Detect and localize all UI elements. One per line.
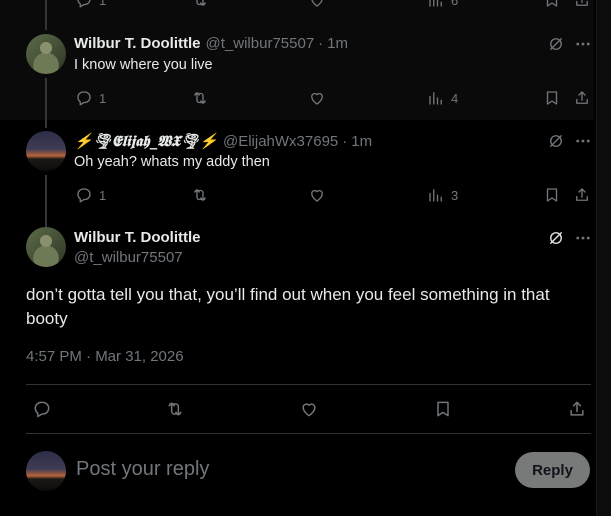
- tweet-timestamp[interactable]: 4:57 PM · Mar 31, 2026: [26, 348, 184, 365]
- tweet-header: Wilbur T. Doolittle @t_wilbur75507 · 1m: [74, 35, 348, 52]
- like-icon[interactable]: [299, 399, 319, 419]
- grok-icon[interactable]: [547, 229, 565, 247]
- avatar[interactable]: [26, 131, 66, 171]
- tweet-text: Oh yeah? whats my addy then: [74, 154, 270, 170]
- more-icon[interactable]: [574, 132, 592, 150]
- reply-count: 1: [99, 90, 107, 106]
- separator: ·: [342, 132, 348, 150]
- more-icon[interactable]: [574, 229, 592, 247]
- reply-icon[interactable]: [32, 399, 52, 419]
- repost-icon[interactable]: [191, 89, 209, 107]
- views-icon[interactable]: 4: [427, 89, 458, 107]
- thread-line: [45, 175, 47, 227]
- bookmark-icon[interactable]: [433, 399, 453, 419]
- share-icon[interactable]: [573, 89, 591, 107]
- display-name[interactable]: ⚡🌪𝕰𝖑𝖎𝖏𝖆𝖍_𝖂𝖃🌪⚡: [74, 132, 218, 150]
- repost-icon[interactable]: [191, 186, 209, 204]
- views-count: 3: [451, 187, 459, 203]
- thread-line: [45, 78, 47, 128]
- avatar[interactable]: [26, 227, 66, 267]
- tweet-time[interactable]: 1m: [327, 35, 348, 52]
- views-count: 6: [451, 0, 459, 8]
- bookmark-icon[interactable]: [543, 186, 561, 204]
- share-icon[interactable]: [567, 399, 587, 419]
- reply-input[interactable]: Post your reply: [76, 458, 209, 481]
- share-icon[interactable]: [573, 186, 591, 204]
- views-count: 4: [451, 90, 459, 106]
- share-icon[interactable]: [573, 0, 591, 9]
- tweet-time[interactable]: 1m: [351, 133, 372, 150]
- display-name[interactable]: Wilbur T. Doolittle: [74, 229, 201, 246]
- user-handle[interactable]: @t_wilbur75507: [206, 35, 315, 52]
- divider: [26, 433, 591, 434]
- reply-count: 1: [99, 187, 107, 203]
- user-handle[interactable]: @ElijahWx37695: [223, 133, 338, 150]
- like-icon[interactable]: [308, 186, 326, 204]
- main-tweet-text: don’t gotta tell you that, you’ll find o…: [26, 285, 550, 328]
- avatar: [26, 451, 66, 491]
- avatar[interactable]: [26, 34, 66, 74]
- bookmark-icon[interactable]: [543, 89, 561, 107]
- views-icon[interactable]: 3: [427, 186, 458, 204]
- like-icon[interactable]: [308, 89, 326, 107]
- tweet-header: ⚡🌪𝕰𝖑𝖎𝖏𝖆𝖍_𝖂𝖃🌪⚡ @ElijahWx37695 · 1m: [74, 132, 372, 150]
- user-handle[interactable]: @t_wilbur75507: [74, 249, 183, 266]
- more-icon[interactable]: [574, 35, 592, 53]
- reply-icon[interactable]: 1: [75, 0, 106, 9]
- divider: [26, 384, 591, 385]
- reply-icon[interactable]: 1: [75, 186, 106, 204]
- scrollbar[interactable]: [596, 0, 611, 516]
- grok-icon[interactable]: [547, 35, 565, 53]
- repost-icon[interactable]: [191, 0, 209, 9]
- grok-icon[interactable]: [547, 132, 565, 150]
- reply-button[interactable]: Reply: [515, 452, 590, 488]
- repost-icon[interactable]: [165, 399, 185, 419]
- reply-count: 1: [99, 0, 107, 8]
- views-icon[interactable]: 6: [427, 0, 458, 9]
- separator: ·: [318, 35, 324, 52]
- bookmark-icon[interactable]: [543, 0, 561, 9]
- display-name[interactable]: Wilbur T. Doolittle: [74, 35, 201, 52]
- thread-line: [45, 0, 47, 30]
- tweet-text: I know where you live: [74, 57, 213, 73]
- reply-icon[interactable]: 1: [75, 89, 106, 107]
- like-icon[interactable]: [308, 0, 326, 9]
